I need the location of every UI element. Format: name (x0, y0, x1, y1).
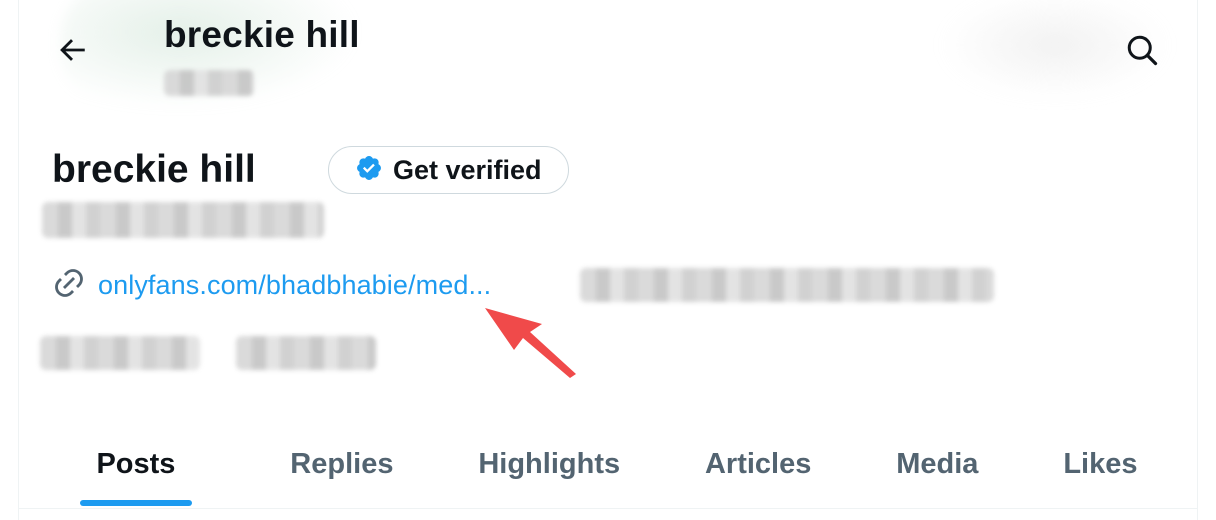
profile-link-row: onlyfans.com/bhadbhabie/med... (52, 266, 491, 305)
tab-articles[interactable]: Articles (689, 420, 827, 508)
tabs-divider (18, 508, 1198, 509)
back-arrow-icon (55, 33, 89, 72)
redacted-followers-count (236, 336, 376, 370)
tab-posts[interactable]: Posts (44, 420, 221, 508)
redacted-join-date (580, 268, 994, 302)
get-verified-button[interactable]: Get verified (328, 146, 569, 194)
header-title: breckie hill (164, 14, 360, 55)
profile-name: breckie hill (52, 148, 256, 191)
tab-highlights-label: Highlights (478, 447, 621, 480)
redacted-following-count (40, 336, 200, 370)
tab-articles-label: Articles (704, 447, 812, 480)
tab-likes-label: Likes (1063, 447, 1138, 480)
tab-highlights[interactable]: Highlights (462, 420, 636, 508)
get-verified-label: Get verified (393, 154, 542, 185)
back-button[interactable] (50, 30, 94, 74)
search-icon (1124, 32, 1160, 73)
tab-media-label: Media (896, 447, 979, 480)
tab-replies[interactable]: Replies (274, 420, 409, 508)
active-tab-indicator (80, 500, 193, 506)
tab-media[interactable]: Media (880, 420, 994, 508)
tab-likes[interactable]: Likes (1047, 420, 1171, 508)
annotation-arrow (485, 308, 576, 378)
link-icon (52, 266, 86, 305)
profile-link[interactable]: onlyfans.com/bhadbhabie/med... (98, 270, 491, 301)
profile-tabs: Posts Replies Highlights Articles Media … (18, 420, 1198, 520)
redacted-post-count (164, 70, 254, 96)
tab-posts-label: Posts (96, 447, 176, 480)
verified-badge-icon (355, 154, 383, 187)
search-button[interactable] (1120, 30, 1164, 74)
redacted-handle (42, 202, 324, 238)
tab-replies-label: Replies (290, 447, 394, 480)
